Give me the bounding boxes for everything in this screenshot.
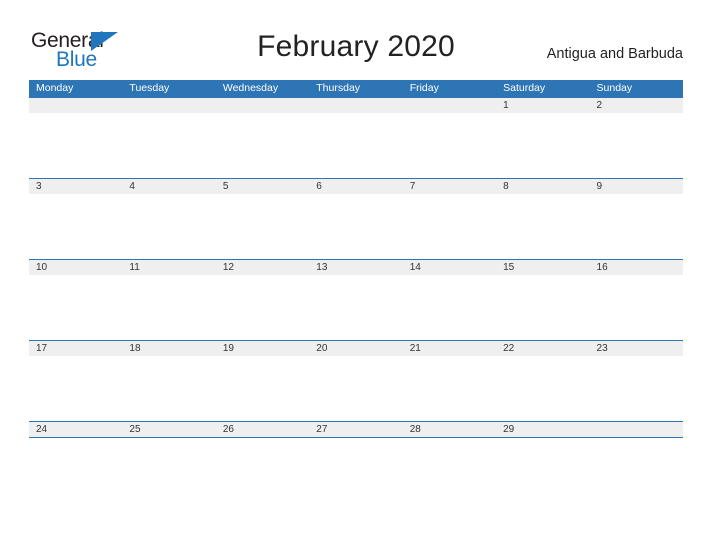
week-date-band: 24 25 26 27 28 29 (29, 421, 683, 437)
day-cell-date[interactable]: 19 (216, 341, 309, 356)
day-cell-date[interactable]: 27 (309, 422, 402, 437)
week-note-band (29, 356, 683, 421)
week-date-band: 17 18 19 20 21 22 23 (29, 340, 683, 356)
week-note-band (29, 113, 683, 178)
day-cell-notes[interactable] (309, 356, 402, 421)
day-cell-notes[interactable] (29, 356, 122, 421)
day-cell-date[interactable]: 9 (590, 179, 683, 194)
day-cell-notes[interactable] (216, 113, 309, 178)
day-cell-date[interactable]: 5 (216, 179, 309, 194)
day-cell-date[interactable] (29, 98, 122, 113)
day-cell-notes[interactable] (590, 194, 683, 259)
day-cell-notes[interactable] (309, 194, 402, 259)
weekday-header-tuesday: Tuesday (129, 82, 170, 94)
week-note-band (29, 194, 683, 259)
day-cell-date[interactable]: 16 (590, 260, 683, 275)
day-cell-notes[interactable] (29, 113, 122, 178)
weekday-header-wednesday: Wednesday (222, 82, 279, 94)
day-cell-date[interactable]: 7 (403, 179, 496, 194)
day-cell-notes[interactable] (496, 113, 589, 178)
calendar-week-row: 10 11 12 13 14 15 16 (29, 259, 683, 340)
day-cell-notes[interactable] (590, 356, 683, 421)
day-cell-date[interactable]: 14 (403, 260, 496, 275)
calendar-week-row: 17 18 19 20 21 22 23 (29, 340, 683, 421)
day-cell-notes[interactable] (590, 275, 683, 340)
weekday-header-thursday: Thursday (316, 82, 361, 94)
calendar-week-row: 24 25 26 27 28 29 (29, 421, 683, 437)
day-cell-notes[interactable] (216, 194, 309, 259)
day-cell-notes[interactable] (403, 356, 496, 421)
week-date-band: 1 2 (29, 97, 683, 113)
day-cell-notes[interactable] (216, 275, 309, 340)
weekday-header-saturday: Saturday (503, 82, 546, 94)
day-cell-date[interactable]: 3 (29, 179, 122, 194)
day-cell-date[interactable] (590, 422, 683, 437)
week-date-band: 3 4 5 6 7 8 9 (29, 178, 683, 194)
day-cell-notes[interactable] (29, 194, 122, 259)
week-note-band (29, 275, 683, 340)
day-cell-date[interactable]: 12 (216, 260, 309, 275)
day-cell-notes[interactable] (29, 275, 122, 340)
day-cell-notes[interactable] (496, 194, 589, 259)
day-cell-date[interactable]: 13 (309, 260, 402, 275)
day-cell-date[interactable]: 8 (496, 179, 589, 194)
week-date-band: 10 11 12 13 14 15 16 (29, 259, 683, 275)
day-cell-notes[interactable] (122, 356, 215, 421)
weekday-header-friday: Friday (409, 82, 439, 94)
day-cell-date[interactable] (309, 98, 402, 113)
day-cell-date[interactable]: 18 (122, 341, 215, 356)
day-cell-date[interactable]: 21 (403, 341, 496, 356)
calendar-bottom-rule (29, 437, 683, 438)
day-cell-notes[interactable] (216, 356, 309, 421)
weekday-header-sunday: Sunday (596, 82, 633, 94)
day-cell-date[interactable]: 22 (496, 341, 589, 356)
day-cell-date[interactable] (216, 98, 309, 113)
day-cell-date[interactable]: 20 (309, 341, 402, 356)
calendar-table: Monday Tuesday Wednesday Thursday Friday… (29, 80, 683, 438)
day-cell-notes[interactable] (403, 113, 496, 178)
day-cell-notes[interactable] (122, 113, 215, 178)
day-cell-date[interactable]: 6 (309, 179, 402, 194)
day-cell-date[interactable]: 26 (216, 422, 309, 437)
day-cell-date[interactable]: 11 (122, 260, 215, 275)
day-cell-date[interactable]: 23 (590, 341, 683, 356)
calendar-week-row: 3 4 5 6 7 8 9 (29, 178, 683, 259)
weekday-header-monday: Monday (36, 82, 74, 94)
day-cell-date[interactable]: 1 (496, 98, 589, 113)
day-cell-date[interactable]: 15 (496, 260, 589, 275)
day-cell-notes[interactable] (496, 275, 589, 340)
day-cell-date[interactable] (403, 98, 496, 113)
day-cell-date[interactable]: 10 (29, 260, 122, 275)
day-cell-date[interactable]: 25 (122, 422, 215, 437)
day-cell-notes[interactable] (309, 275, 402, 340)
day-cell-date[interactable]: 4 (122, 179, 215, 194)
locale-label: Antigua and Barbuda (546, 46, 683, 62)
weekday-header-row: Monday Tuesday Wednesday Thursday Friday… (29, 80, 683, 97)
day-cell-notes[interactable] (403, 275, 496, 340)
day-cell-date[interactable]: 28 (403, 422, 496, 437)
day-cell-notes[interactable] (309, 113, 402, 178)
day-cell-date[interactable]: 29 (496, 422, 589, 437)
day-cell-date[interactable]: 24 (29, 422, 122, 437)
day-cell-date[interactable]: 2 (590, 98, 683, 113)
day-cell-notes[interactable] (590, 113, 683, 178)
day-cell-date[interactable] (122, 98, 215, 113)
day-cell-notes[interactable] (403, 194, 496, 259)
calendar-week-row: 1 2 (29, 97, 683, 178)
day-cell-notes[interactable] (122, 194, 215, 259)
day-cell-notes[interactable] (496, 356, 589, 421)
page-header: General Blue February 2020 Antigua and B… (0, 0, 712, 80)
day-cell-notes[interactable] (122, 275, 215, 340)
day-cell-date[interactable]: 17 (29, 341, 122, 356)
